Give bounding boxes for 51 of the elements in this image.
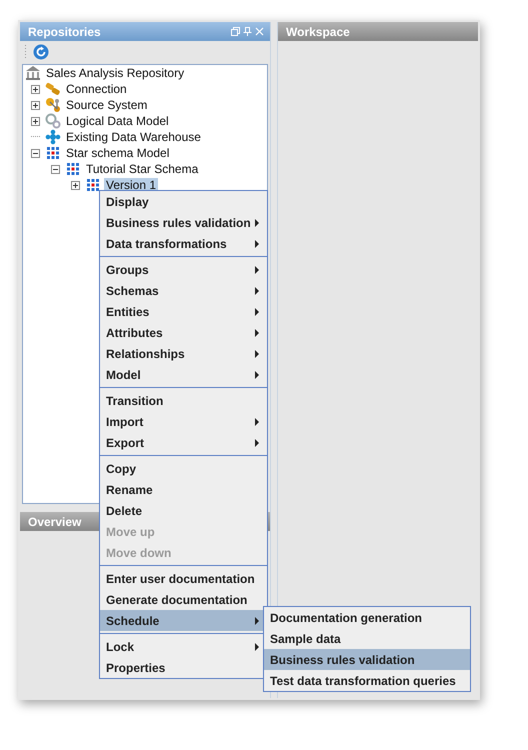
menu-item[interactable]: Export xyxy=(100,432,267,453)
expand-icon[interactable] xyxy=(31,100,40,110)
expand-icon[interactable] xyxy=(31,84,40,94)
panel-title: Repositories xyxy=(28,24,101,38)
menu-item[interactable]: Groups xyxy=(100,259,267,280)
expand-icon[interactable] xyxy=(31,116,40,126)
menu-item[interactable]: Enter user documentation xyxy=(100,568,267,589)
pin-icon[interactable] xyxy=(243,27,252,36)
menu-item[interactable]: Transition xyxy=(100,390,267,411)
menu-item[interactable]: Test data transformation queries xyxy=(264,670,470,691)
panel-title: Workspace xyxy=(286,24,350,38)
tree-item[interactable]: Source System xyxy=(64,98,150,112)
cluster-icon xyxy=(45,129,61,145)
menu-item[interactable]: Copy xyxy=(100,458,267,479)
toolbar-grip-icon xyxy=(24,45,27,59)
menu-item[interactable]: Data transformations xyxy=(100,233,267,254)
tree-item[interactable]: Sales Analysis Repository xyxy=(44,66,186,80)
refresh-icon[interactable] xyxy=(33,44,49,60)
plug-icon xyxy=(45,81,61,97)
grid-icon xyxy=(85,177,101,193)
bank-icon xyxy=(25,65,41,81)
menu-item[interactable]: Attributes xyxy=(100,322,267,343)
menu-item[interactable]: Documentation generation xyxy=(264,607,470,628)
collapse-icon[interactable] xyxy=(51,164,60,174)
menu-item[interactable]: Sample data xyxy=(264,628,470,649)
grid-icon xyxy=(45,145,61,161)
menu-item[interactable]: Business rules validation xyxy=(100,212,267,233)
menu-item[interactable]: Generate documentation xyxy=(100,589,267,610)
menu-item[interactable]: Display xyxy=(100,191,267,212)
menu-item[interactable]: Schemas xyxy=(100,280,267,301)
menu-item[interactable]: Lock xyxy=(100,636,267,657)
expand-icon[interactable] xyxy=(71,180,80,190)
grid-icon xyxy=(65,161,81,177)
menu-item[interactable]: Rename xyxy=(100,479,267,500)
menu-item[interactable]: Model xyxy=(100,364,267,385)
tree-item[interactable]: Existing Data Warehouse xyxy=(64,130,203,144)
close-icon[interactable] xyxy=(255,27,264,36)
menu-item[interactable]: Relationships xyxy=(100,343,267,364)
tree-item[interactable]: Logical Data Model xyxy=(64,114,171,128)
collapse-icon[interactable] xyxy=(31,148,40,158)
menu-item[interactable]: Import xyxy=(100,411,267,432)
panel-title: Overview xyxy=(28,514,82,528)
menu-item[interactable]: Delete xyxy=(100,500,267,521)
menu-item[interactable]: Properties xyxy=(100,657,267,678)
gears-icon xyxy=(45,113,61,129)
menu-item[interactable]: Business rules validation xyxy=(264,649,470,670)
tree-item[interactable]: Star schema Model xyxy=(64,146,172,160)
tree-item[interactable]: Connection xyxy=(64,82,129,96)
menu-item[interactable]: Entities xyxy=(100,301,267,322)
nodes-icon xyxy=(45,97,61,113)
tree-item[interactable]: Tutorial Star Schema xyxy=(84,162,200,176)
